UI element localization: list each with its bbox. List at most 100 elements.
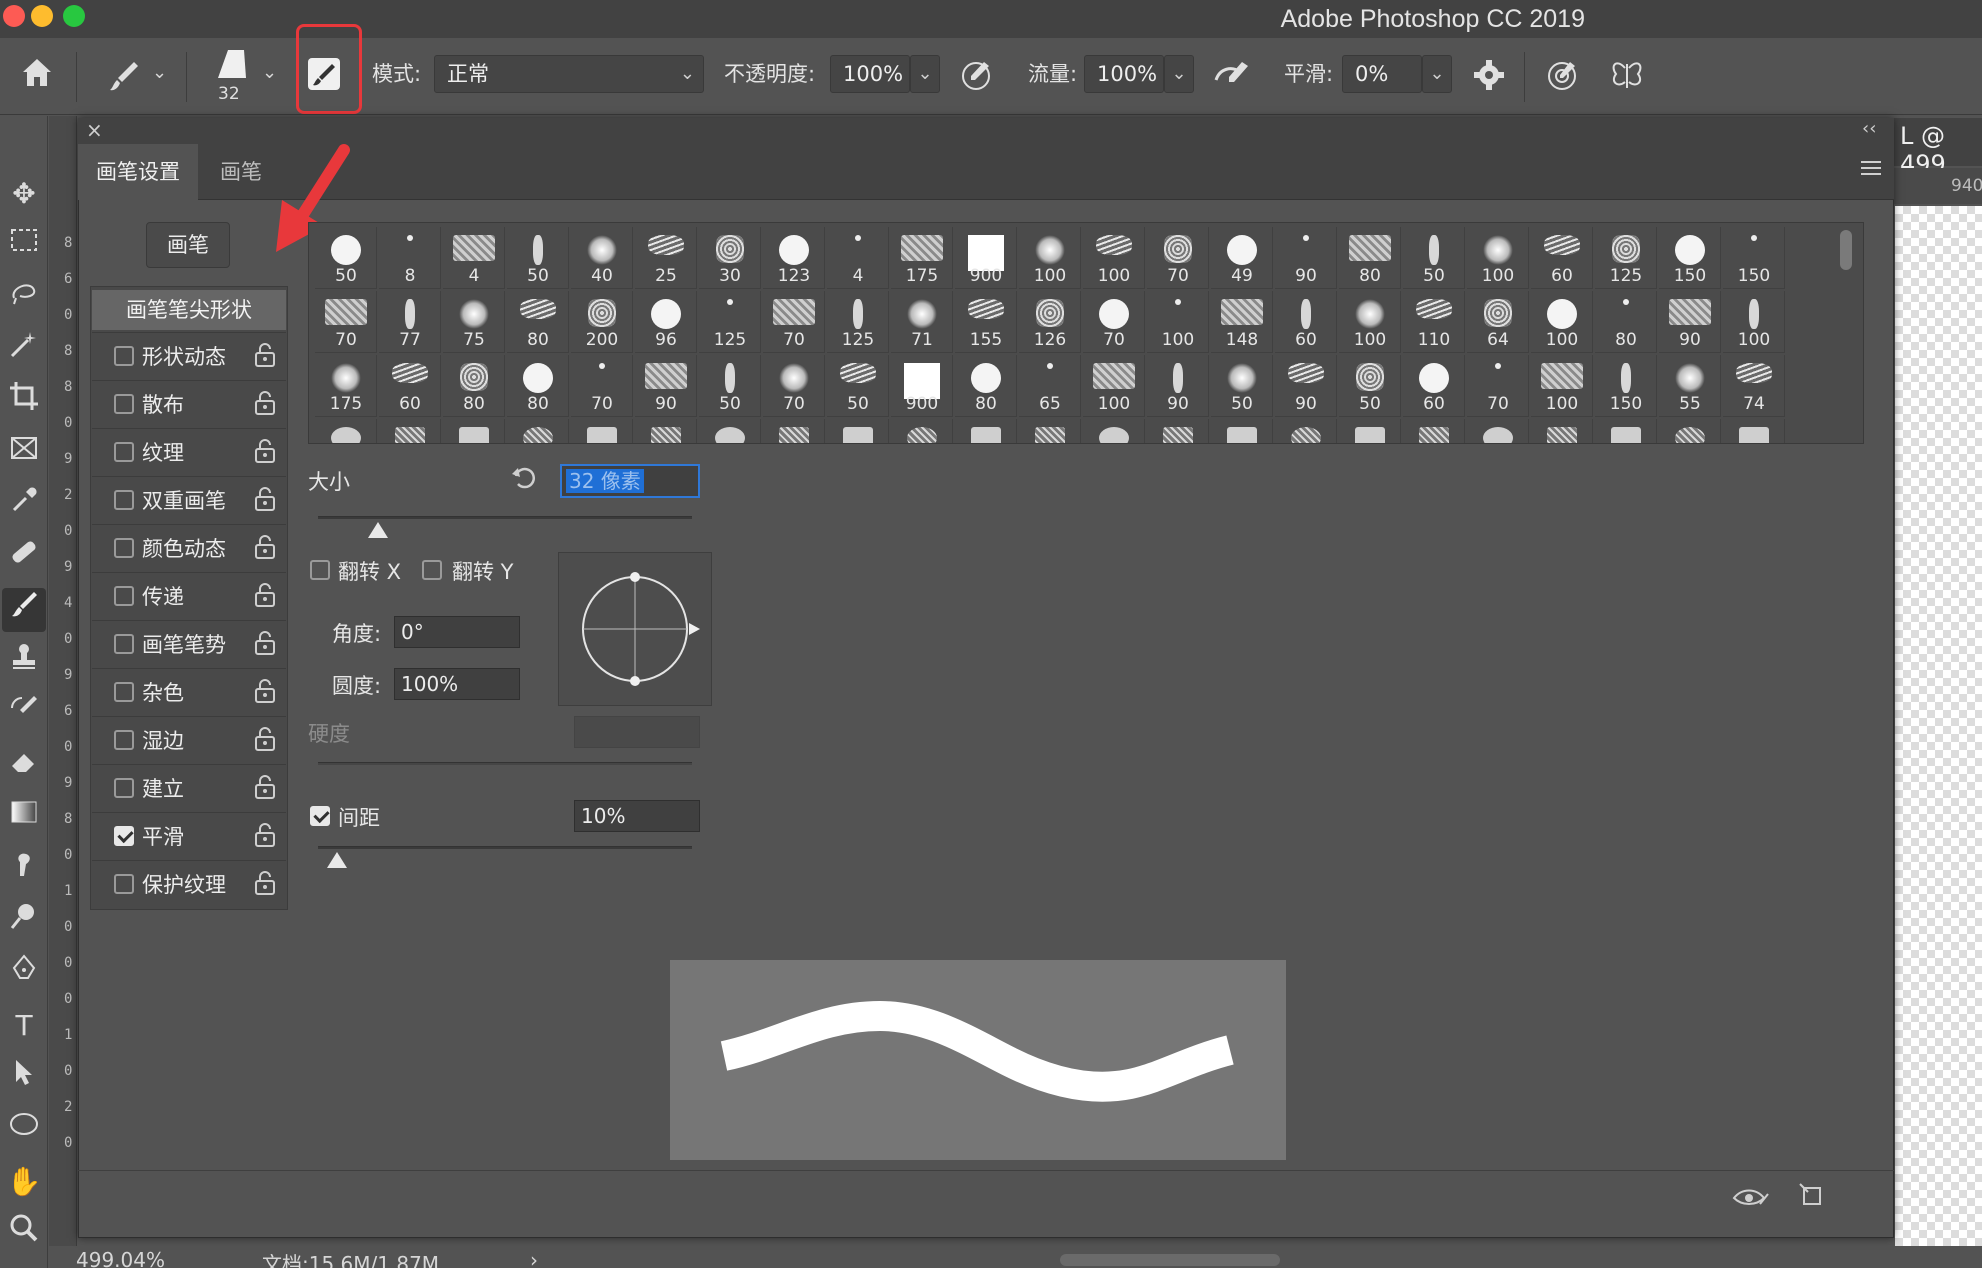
eraser-tool-icon[interactable]	[2, 744, 46, 788]
brush-preset[interactable]	[1403, 419, 1465, 443]
lock-icon[interactable]	[254, 582, 276, 608]
brush-preset[interactable]	[955, 419, 1017, 443]
presets-scrollbar[interactable]	[1840, 230, 1852, 270]
brush-preset[interactable]: 80	[1595, 291, 1657, 353]
brush-option-checkbox[interactable]	[114, 490, 134, 510]
brush-preset[interactable]	[635, 419, 697, 443]
brush-preset[interactable]	[1275, 419, 1337, 443]
brush-preset[interactable]: 110	[1403, 291, 1465, 353]
marquee-tool-icon[interactable]	[2, 224, 46, 268]
brush-preset[interactable]	[379, 419, 441, 443]
brush-preset[interactable]: 49	[1211, 227, 1273, 289]
lock-icon[interactable]	[254, 342, 276, 368]
brush-preset[interactable]: 90	[1275, 227, 1337, 289]
brush-preset[interactable]: 200	[571, 291, 633, 353]
toggle-live-tip-preview-icon[interactable]	[1730, 1182, 1770, 1212]
brush-tool-icon[interactable]	[2, 588, 46, 632]
brush-preset[interactable]: 100	[1531, 355, 1593, 417]
brush-option-checkbox[interactable]	[114, 874, 134, 894]
magic-wand-tool-icon[interactable]	[2, 328, 46, 372]
size-slider-track[interactable]	[318, 516, 692, 519]
brush-preset[interactable]: 150	[1659, 227, 1721, 289]
toggle-brush-settings-panel-icon[interactable]	[306, 56, 342, 92]
brush-preset[interactable]	[507, 419, 569, 443]
brush-preset[interactable]: 71	[891, 291, 953, 353]
brush-preset[interactable]: 50	[827, 355, 889, 417]
brush-preset[interactable]: 30	[699, 227, 761, 289]
brush-preset[interactable]: 100	[1339, 291, 1401, 353]
brush-preset[interactable]	[1147, 419, 1209, 443]
brush-preset[interactable]: 74	[1723, 355, 1785, 417]
eyedropper-tool-icon[interactable]	[2, 484, 46, 528]
brush-preset[interactable]: 80	[955, 355, 1017, 417]
brush-preset[interactable]: 60	[1403, 355, 1465, 417]
brush-option-checkbox[interactable]	[114, 778, 134, 798]
brush-preset[interactable]: 100	[1083, 355, 1145, 417]
brush-preset[interactable]: 150	[1595, 355, 1657, 417]
brush-preset[interactable]	[1467, 419, 1529, 443]
close-icon[interactable]: ×	[86, 118, 103, 142]
brush-preset[interactable]: 70	[763, 355, 825, 417]
brush-preset[interactable]: 100	[1723, 291, 1785, 353]
brush-preset[interactable]: 50	[699, 355, 761, 417]
brush-option-row[interactable]: 保护纹理	[92, 860, 286, 906]
brush-preset[interactable]: 90	[1147, 355, 1209, 417]
brush-option-row[interactable]: 平滑	[92, 812, 286, 858]
mode-select[interactable]: 正常 ⌄	[434, 55, 704, 93]
brush-preset[interactable]: 125	[699, 291, 761, 353]
brush-preset[interactable]: 50	[315, 227, 377, 289]
pen-tool-icon[interactable]	[2, 952, 46, 996]
brush-preset[interactable]: 64	[1467, 291, 1529, 353]
brush-preset[interactable]: 40	[571, 227, 633, 289]
brush-preset[interactable]: 60	[379, 355, 441, 417]
brush-preset[interactable]: 80	[1339, 227, 1401, 289]
smoothing-dropdown[interactable]: ⌄	[1422, 55, 1452, 93]
brush-preset[interactable]: 100	[1019, 227, 1081, 289]
lock-icon[interactable]	[254, 630, 276, 656]
size-slider-thumb[interactable]	[367, 522, 388, 538]
brush-preset[interactable]	[443, 419, 505, 443]
spacing-checkbox[interactable]	[310, 806, 330, 826]
flow-input[interactable]: 100%	[1084, 55, 1164, 93]
move-tool-icon[interactable]: ✥	[2, 172, 46, 216]
horizontal-scrollbar[interactable]	[1060, 1254, 1280, 1266]
airbrush-icon[interactable]	[1212, 58, 1254, 94]
brush-preset[interactable]	[1339, 419, 1401, 443]
lock-icon[interactable]	[254, 822, 276, 848]
lock-icon[interactable]	[254, 534, 276, 560]
reset-size-icon[interactable]	[510, 464, 540, 494]
brush-option-row[interactable]: 颜色动态	[92, 524, 286, 570]
symmetry-butterfly-icon[interactable]	[1608, 56, 1648, 96]
brush-option-row[interactable]: 建立	[92, 764, 286, 810]
brush-preset[interactable]	[827, 419, 889, 443]
pressure-size-icon[interactable]	[1544, 56, 1584, 96]
brushes-button[interactable]: 画笔	[146, 222, 230, 268]
lasso-tool-icon[interactable]	[2, 276, 46, 320]
lock-icon[interactable]	[254, 438, 276, 464]
brush-tool-icon[interactable]	[104, 56, 144, 96]
brush-option-row[interactable]: 传递	[92, 572, 286, 618]
brush-preset[interactable]: 77	[379, 291, 441, 353]
brush-option-checkbox[interactable]	[114, 826, 134, 846]
brush-preset[interactable]: 55	[1659, 355, 1721, 417]
brush-preset[interactable]: 50	[1339, 355, 1401, 417]
brush-preset[interactable]: 100	[1467, 227, 1529, 289]
brush-option-row[interactable]: 双重画笔	[92, 476, 286, 522]
chevron-down-icon[interactable]: ⌄	[262, 62, 277, 83]
smoothing-input[interactable]: 0%	[1342, 55, 1422, 93]
gear-icon[interactable]	[1470, 56, 1510, 96]
lock-icon[interactable]	[254, 726, 276, 752]
zoom-tool-icon[interactable]	[2, 1212, 46, 1256]
lock-icon[interactable]	[254, 486, 276, 512]
brush-preset[interactable]: 175	[315, 355, 377, 417]
home-icon[interactable]	[14, 52, 60, 98]
zoom-level[interactable]: 499.04%	[76, 1248, 165, 1268]
brush-preset[interactable]: 4	[827, 227, 889, 289]
brush-preset[interactable]: 25	[635, 227, 697, 289]
brush-option-checkbox[interactable]	[114, 586, 134, 606]
brush-preset[interactable]: 175	[891, 227, 953, 289]
smudge-tool-icon[interactable]	[2, 848, 46, 892]
brush-preset[interactable]	[1723, 419, 1785, 443]
brush-option-row[interactable]: 散布	[92, 380, 286, 426]
brush-preset[interactable]: 125	[1595, 227, 1657, 289]
